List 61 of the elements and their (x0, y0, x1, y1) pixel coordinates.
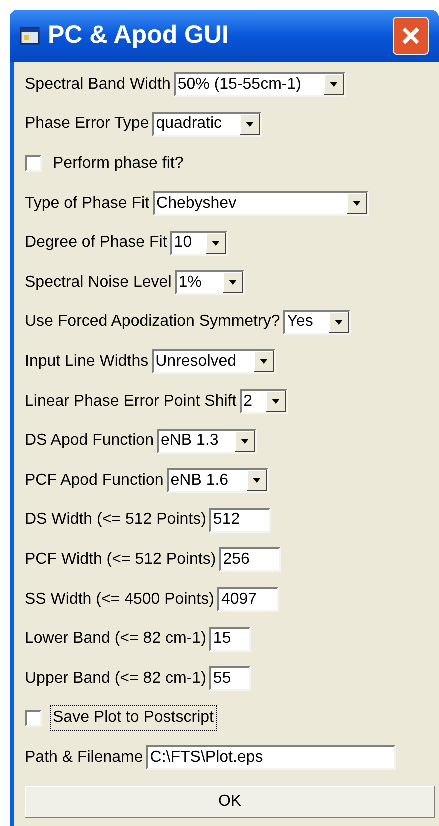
field-label: Spectral Band Width (25, 74, 171, 95)
dropdown-arrow-icon (335, 320, 344, 325)
dropdown[interactable]: 10 (170, 230, 228, 256)
field-label: Type of Phase Fit (25, 194, 150, 214)
text-field[interactable]: 4097 (217, 587, 280, 612)
close-button[interactable] (393, 17, 429, 55)
dropdown-value: 2 (244, 392, 254, 412)
dropdown[interactable]: Yes (283, 310, 352, 335)
dropdown-arrow-icon (212, 240, 220, 246)
checkbox-label[interactable]: Perform phase fit? (50, 150, 187, 177)
dropdown-arrow-icon (252, 478, 261, 484)
field-label: Linear Phase Error Point Shift (25, 392, 237, 412)
dropdown-arrow-icon (246, 122, 254, 127)
dropdown-value: quadratic (156, 114, 224, 134)
checkbox-label[interactable]: Save Plot to Postscript (50, 705, 217, 732)
checkbox[interactable] (25, 155, 42, 172)
window-title: PC & Apod GUI (48, 20, 230, 52)
checkbox[interactable] (25, 710, 42, 727)
app-window-icon (20, 27, 40, 45)
dropdown-arrow-icon (228, 280, 237, 286)
field-label: PCF Width (<= 512 Points) (25, 550, 216, 570)
ok-button[interactable]: OK (25, 786, 435, 818)
dropdown-value: 1% (178, 272, 203, 293)
dropdown-arrow-icon (260, 359, 268, 364)
text-field[interactable]: 55 (209, 666, 252, 692)
text-field[interactable]: C:\FTS\Plot.eps (146, 745, 396, 770)
dropdown[interactable]: 2 (240, 389, 288, 414)
dropdown-arrow-icon (330, 82, 338, 88)
dropdown[interactable]: Chebyshev (152, 191, 369, 216)
field-label: PCF Apod Function (25, 470, 164, 491)
text-field[interactable]: 512 (209, 508, 272, 533)
dropdown-value: Yes (287, 312, 314, 332)
field-label: Spectral Noise Level (25, 272, 172, 293)
dropdown-value: Unresolved (156, 352, 238, 372)
dropdown-value: Chebyshev (156, 194, 238, 214)
field-label: Upper Band (<= 82 cm-1) (25, 668, 206, 689)
field-label: DS Width (<= 512 Points) (25, 510, 206, 530)
field-label: SS Width (<= 4500 Points) (25, 590, 214, 610)
field-label: Path & Filename (25, 748, 144, 768)
dropdown-value: 50% (15-55cm-1) (178, 74, 302, 95)
dropdown[interactable]: 1% (174, 270, 245, 296)
field-label: Use Forced Apodization Symmetry? (25, 312, 280, 332)
close-icon (401, 26, 421, 46)
field-label: Input Line Widths (25, 352, 149, 372)
field-label: Lower Band (<= 82 cm-1) (25, 629, 206, 650)
dropdown-arrow-icon (240, 438, 249, 444)
field-label: Degree of Phase Fit (25, 233, 168, 254)
dropdown[interactable]: eNB 1.3 (156, 428, 257, 454)
dropdown[interactable]: Unresolved (152, 349, 276, 374)
text-field[interactable]: 15 (209, 626, 252, 652)
field-label: DS Apod Function (25, 431, 154, 452)
dropdown-value: eNB 1.3 (160, 431, 220, 452)
field-label: Phase Error Type (25, 114, 150, 134)
dropdown[interactable]: eNB 1.6 (166, 468, 269, 494)
dropdown[interactable]: 50% (15-55cm-1) (174, 72, 346, 98)
dropdown-arrow-icon (272, 399, 280, 404)
text-field[interactable]: 256 (219, 547, 282, 572)
dropdown-arrow-icon (352, 201, 361, 206)
dropdown-value: 10 (174, 233, 194, 254)
dropdown-value: eNB 1.6 (170, 470, 230, 491)
dropdown[interactable]: quadratic (152, 112, 262, 137)
